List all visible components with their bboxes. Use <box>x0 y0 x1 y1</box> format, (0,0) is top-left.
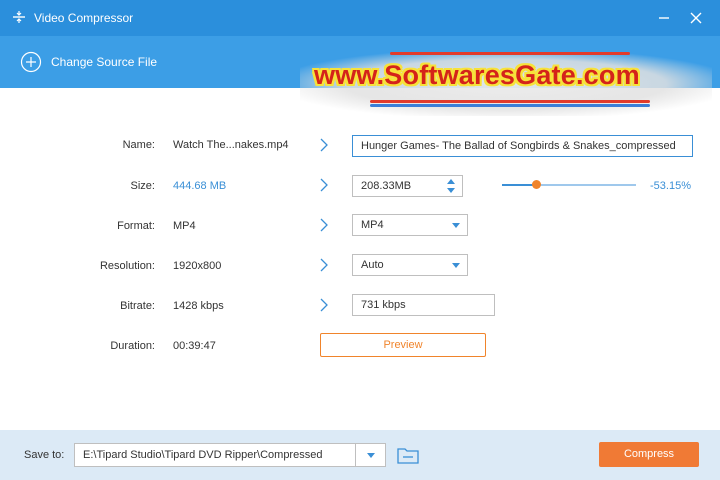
size-slider[interactable] <box>502 180 636 189</box>
chevron-right-icon <box>320 138 328 152</box>
window-title: Video Compressor <box>34 11 134 25</box>
size-stepper-value: 208.33MB <box>361 180 412 192</box>
format-label: Format: <box>117 220 155 232</box>
original-size-value: 444.68 MB <box>173 180 227 192</box>
compress-icon <box>13 11 25 23</box>
format-select-value: MP4 <box>361 219 384 231</box>
output-name-input[interactable] <box>352 135 693 157</box>
size-label: Size: <box>130 180 155 192</box>
dropdown-arrow-icon <box>452 223 460 228</box>
compression-percent: -53.15% <box>650 180 691 192</box>
chevron-right-icon <box>320 178 328 192</box>
save-path-dropdown[interactable] <box>356 443 386 467</box>
preview-button[interactable]: Preview <box>320 333 486 357</box>
duration-value: 00:39:47 <box>173 340 216 352</box>
open-folder-button[interactable] <box>396 445 420 465</box>
increment-arrow-icon[interactable] <box>447 179 455 184</box>
size-stepper[interactable]: 208.33MB <box>352 175 463 197</box>
bitrate-label: Bitrate: <box>120 300 155 312</box>
watermark-text: www.SoftwaresGate.com <box>314 60 640 90</box>
resolution-select-value: Auto <box>361 259 384 271</box>
resolution-label: Resolution: <box>99 260 155 272</box>
original-bitrate-value: 1428 kbps <box>173 300 224 312</box>
save-path-input[interactable] <box>74 443 356 467</box>
dropdown-arrow-icon <box>367 453 375 458</box>
chevron-right-icon <box>320 218 328 232</box>
change-source-file-label: Change Source File <box>51 55 158 69</box>
original-name-value: Watch The...nakes.mp4 <box>173 139 289 151</box>
resolution-select[interactable]: Auto <box>352 254 468 276</box>
title-bar: Video Compressor <box>0 0 720 36</box>
name-label: Name: <box>122 139 155 151</box>
original-resolution-value: 1920x800 <box>173 260 222 272</box>
original-format-value: MP4 <box>173 220 196 232</box>
bitrate-input[interactable] <box>352 294 495 316</box>
chevron-right-icon <box>320 258 328 272</box>
compress-button[interactable]: Compress <box>599 442 699 467</box>
format-select[interactable]: MP4 <box>352 214 468 236</box>
slider-handle[interactable] <box>532 180 541 189</box>
add-circle-icon <box>20 51 42 73</box>
watermark-logo: www.SoftwaresGate.com <box>300 46 712 122</box>
decrement-arrow-icon[interactable] <box>447 188 455 193</box>
change-source-file-button[interactable]: Change Source File <box>20 51 157 73</box>
close-button[interactable] <box>684 6 708 30</box>
minimize-button[interactable] <box>652 6 676 30</box>
dropdown-arrow-icon <box>452 263 460 268</box>
save-to-label: Save to: <box>24 449 65 461</box>
duration-label: Duration: <box>110 340 155 352</box>
chevron-right-icon <box>320 298 328 312</box>
